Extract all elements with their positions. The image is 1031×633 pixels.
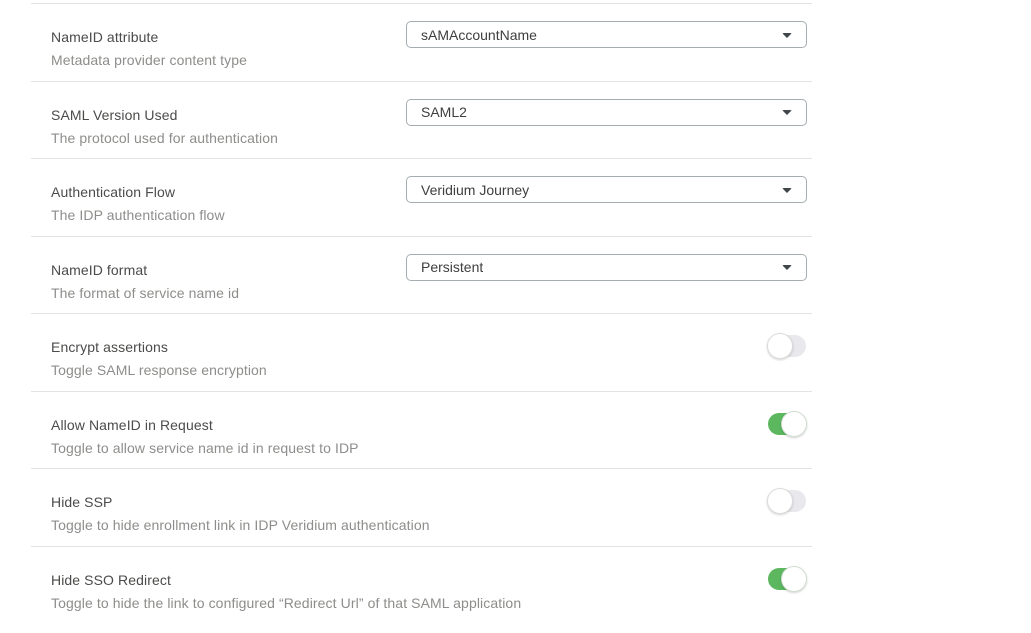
chevron-down-icon (782, 33, 792, 38)
setting-description: The protocol used for authentication (51, 128, 812, 148)
setting-description: The format of service name id (51, 283, 812, 303)
dropdown-selected-value: sAMAccountName (421, 27, 537, 43)
setting-description: The IDP authentication flow (51, 205, 812, 225)
encrypt-assertions-toggle[interactable] (767, 333, 807, 359)
settings-row-authentication-flow: Authentication Flow The IDP authenticati… (31, 159, 812, 237)
allow-nameid-in-request-toggle[interactable] (767, 411, 807, 437)
settings-row-hide-sso-redirect: Hide SSO Redirect Toggle to hide the lin… (31, 547, 812, 625)
setting-label: Encrypt assertions (51, 337, 812, 357)
setting-description: Toggle to hide enrollment link in IDP Ve… (51, 515, 812, 535)
dropdown-selected-value: SAML2 (421, 104, 467, 120)
dropdown-selected-value: Veridium Journey (421, 182, 529, 198)
toggle-knob (767, 333, 793, 359)
settings-row-allow-nameid-in-request: Allow NameID in Request Toggle to allow … (31, 392, 812, 470)
setting-label: Allow NameID in Request (51, 415, 812, 435)
authentication-flow-dropdown[interactable]: Veridium Journey (406, 176, 807, 203)
setting-label: Hide SSP (51, 492, 812, 512)
nameid-format-dropdown[interactable]: Persistent (406, 254, 807, 281)
toggle-knob (781, 566, 807, 592)
setting-label: Hide SSO Redirect (51, 570, 812, 590)
hide-sso-redirect-toggle[interactable] (767, 566, 807, 592)
saml-version-dropdown[interactable]: SAML2 (406, 99, 807, 126)
chevron-down-icon (782, 188, 792, 193)
nameid-attribute-dropdown[interactable]: sAMAccountName (406, 21, 807, 48)
dropdown-selected-value: Persistent (421, 259, 483, 275)
setting-description: Toggle to hide the link to configured “R… (51, 593, 812, 613)
toggle-knob (767, 488, 793, 514)
settings-row-nameid-attribute: NameID attribute Metadata provider conte… (31, 4, 812, 82)
setting-description: Metadata provider content type (51, 50, 812, 70)
setting-description: Toggle SAML response encryption (51, 360, 812, 380)
settings-row-nameid-format: NameID format The format of service name… (31, 237, 812, 315)
hide-ssp-toggle[interactable] (767, 488, 807, 514)
toggle-knob (781, 411, 807, 437)
setting-description: Toggle to allow service name id in reque… (51, 438, 812, 458)
chevron-down-icon (782, 110, 792, 115)
settings-row-hide-ssp: Hide SSP Toggle to hide enrollment link … (31, 469, 812, 547)
settings-row-encrypt-assertions: Encrypt assertions Toggle SAML response … (31, 314, 812, 392)
chevron-down-icon (782, 265, 792, 270)
settings-row-saml-version: SAML Version Used The protocol used for … (31, 82, 812, 160)
saml-settings-panel: NameID attribute Metadata provider conte… (31, 3, 812, 624)
